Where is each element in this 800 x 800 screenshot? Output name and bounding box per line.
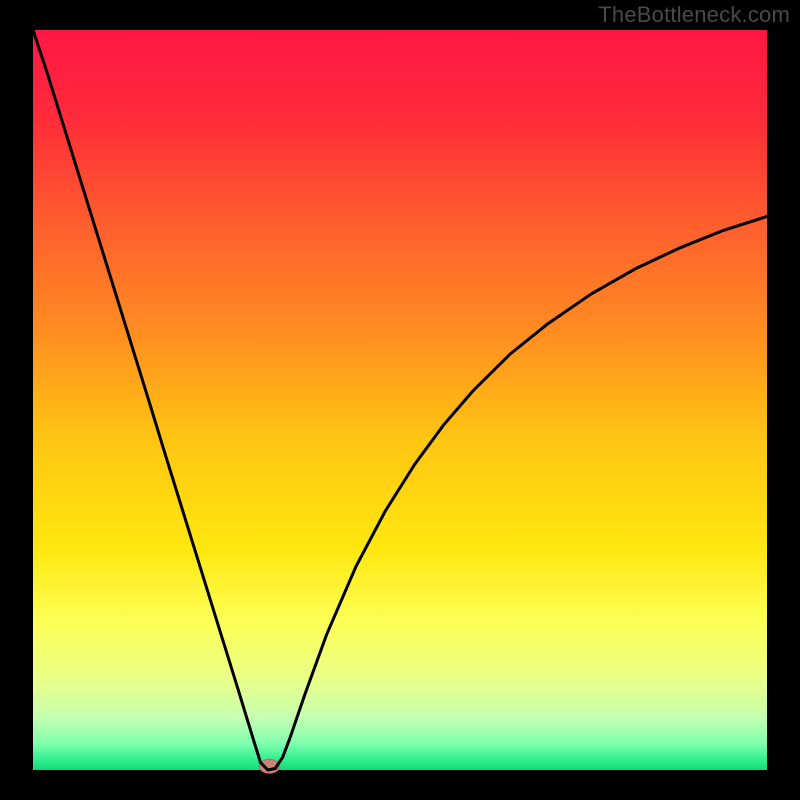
chart-frame: TheBottleneck.com (0, 0, 800, 800)
plot-background (33, 30, 767, 770)
bottleneck-chart (0, 0, 800, 800)
watermark-text: TheBottleneck.com (598, 2, 790, 28)
